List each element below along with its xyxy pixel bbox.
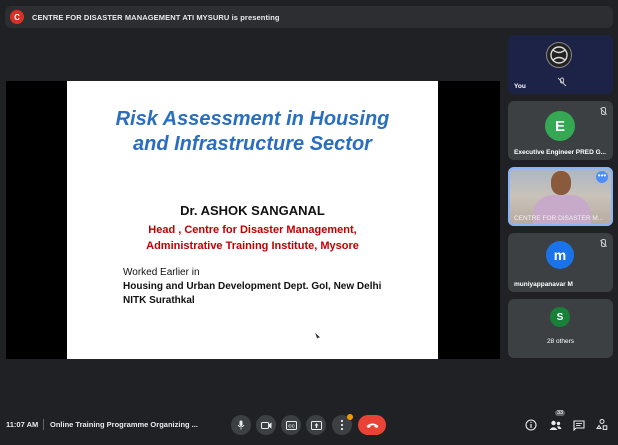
present-button[interactable]	[306, 415, 326, 435]
activities-button[interactable]	[595, 418, 609, 432]
divider	[43, 419, 44, 430]
participant-label: You	[514, 83, 526, 90]
participant-tile-you[interactable]: You	[508, 35, 613, 94]
presenter-avatar: C	[10, 10, 24, 24]
chat-icon	[573, 419, 585, 431]
participant-avatar: E	[545, 111, 575, 141]
experience-item: NITK Surathkal	[123, 295, 195, 306]
info-icon	[525, 419, 537, 431]
camera-button[interactable]	[256, 415, 276, 435]
participant-tile-executive-engineer[interactable]: E Executive Engineer PRED G...	[508, 101, 613, 160]
presenting-text: CENTRE FOR DISASTER MANAGEMENT ATI MYSUR…	[32, 12, 280, 22]
people-icon	[549, 420, 561, 430]
slide-title-line-2: and Infrastructure Sector	[133, 133, 372, 155]
captions-button[interactable]: CC	[281, 415, 301, 435]
mic-button[interactable]	[231, 415, 251, 435]
participant-tile-centre-video[interactable]: ••• CENTRE FOR DISASTER M...	[508, 167, 613, 226]
people-button[interactable]	[548, 418, 562, 432]
end-call-icon	[366, 423, 378, 428]
shared-screen: Risk Assessment in Housing and Infrastru…	[6, 81, 500, 359]
participant-label: Executive Engineer PRED G...	[514, 149, 607, 156]
meeting-details-button[interactable]	[524, 418, 538, 432]
presentation-slide: Risk Assessment in Housing and Infrastru…	[67, 81, 438, 359]
chat-button[interactable]	[572, 418, 586, 432]
mic-off-icon	[599, 239, 606, 248]
active-speaker-border	[508, 167, 613, 226]
clock: 11:07 AM	[6, 420, 39, 429]
presenter-role-line-2: Administrative Training Institute, Mysor…	[146, 240, 359, 252]
mic-off-icon	[599, 107, 606, 116]
others-count: 28 others	[546, 338, 575, 345]
end-call-button[interactable]	[358, 415, 386, 435]
more-icon	[340, 419, 344, 431]
experience-item: Housing and Urban Development Dept. GoI,…	[123, 281, 382, 292]
mic-off-icon	[557, 77, 567, 87]
profile-icon	[550, 46, 568, 64]
present-icon	[310, 420, 322, 430]
mic-icon	[237, 420, 245, 430]
participant-tile-others[interactable]: S 28 others	[508, 299, 613, 358]
svg-text:CC: CC	[288, 423, 295, 428]
presenter-role: Head , Centre for Disaster Management, A…	[67, 222, 438, 254]
more-options-button[interactable]	[332, 414, 353, 435]
bottom-bar: 11:07 AM Online Training Programme Organ…	[0, 410, 618, 440]
participant-avatar: m	[546, 241, 574, 269]
presenting-banner: C CENTRE FOR DISASTER MANAGEMENT ATI MYS…	[5, 6, 613, 28]
participant-label: muniyappanavar M	[514, 281, 573, 288]
presenter-role-line-1: Head , Centre for Disaster Management,	[148, 224, 357, 236]
slide-title-line-1: Risk Assessment in Housing	[115, 108, 390, 130]
you-avatar	[546, 42, 572, 68]
participant-avatar: S	[550, 307, 570, 327]
worked-earlier-label: Worked Earlier in	[123, 267, 200, 278]
participant-count-badge: 33	[555, 410, 566, 416]
meeting-title: Online Training Programme Organizing ...	[50, 420, 198, 429]
participant-tile-muniyappanavar[interactable]: m muniyappanavar M	[508, 233, 613, 292]
captions-icon: CC	[285, 420, 297, 430]
slide-title: Risk Assessment in Housing and Infrastru…	[67, 107, 438, 157]
camera-icon	[260, 421, 271, 429]
activities-icon	[596, 419, 608, 430]
mouse-cursor-icon	[315, 331, 320, 339]
presenter-name: Dr. ASHOK SANGANAL	[180, 203, 325, 218]
notification-dot	[347, 414, 353, 420]
